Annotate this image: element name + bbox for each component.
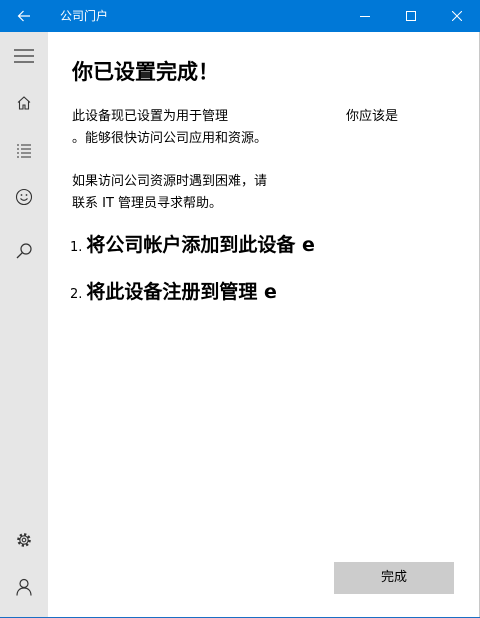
step-label: 将公司帐户添加到此设备 e	[86, 234, 315, 256]
home-icon	[17, 96, 31, 110]
maximize-button[interactable]	[388, 0, 434, 32]
back-button[interactable]	[0, 0, 48, 32]
intro-text: 此设备现已设置为用于管理 你应该是 。能够很快访问公司应用和资源。	[72, 106, 452, 150]
maximize-icon	[406, 11, 416, 21]
intro-line2: 。能够很快访问公司应用和资源。	[72, 131, 268, 146]
title-bar: 公司门户	[0, 0, 480, 32]
hamburger-menu-icon	[14, 49, 34, 63]
sidebar-item-home[interactable]	[0, 80, 48, 126]
window-title: 公司门户	[60, 9, 109, 23]
help-line2: 联系 IT 管理员寻求帮助。	[72, 196, 223, 211]
step-enroll-device[interactable]: 2. 将此设备注册到管理 e	[70, 277, 277, 304]
back-icon	[17, 10, 30, 22]
settings-gear-icon	[17, 533, 31, 547]
close-button[interactable]	[434, 0, 480, 32]
minimize-button[interactable]	[342, 0, 388, 32]
list-icon	[17, 144, 31, 158]
main-content: 你已设置完成！ 此设备现已设置为用于管理 你应该是 。能够很快访问公司应用和资源。…	[48, 32, 480, 618]
step-label: 将此设备注册到管理 e	[86, 281, 277, 303]
smiley-icon	[15, 188, 33, 206]
page-title: 你已设置完成！	[72, 60, 219, 84]
intro-line1-right: 你应该是	[346, 109, 399, 124]
step-add-account[interactable]: 1. 将公司帐户添加到此设备 e	[70, 230, 315, 257]
close-icon	[452, 11, 462, 21]
sidebar-item-list[interactable]	[0, 127, 48, 173]
step-number: 2.	[70, 287, 83, 302]
search-icon	[16, 243, 32, 259]
done-button[interactable]: 完成	[334, 562, 454, 594]
sidebar	[0, 32, 48, 618]
step-number: 1.	[70, 240, 83, 255]
sidebar-item-feedback[interactable]	[0, 174, 48, 220]
minimize-icon	[360, 16, 370, 17]
sidebar-item-settings[interactable]	[0, 517, 48, 563]
help-text: 如果访问公司资源时遇到困难，请 联系 IT 管理员寻求帮助。	[72, 171, 452, 215]
account-person-icon	[16, 578, 32, 596]
sidebar-item-account[interactable]	[0, 564, 48, 610]
help-line1: 如果访问公司资源时遇到困难，请	[72, 174, 268, 189]
hamburger-menu-button[interactable]	[0, 33, 48, 79]
sidebar-item-search[interactable]	[0, 228, 48, 274]
intro-line1-left: 此设备现已设置为用于管理	[72, 109, 229, 124]
